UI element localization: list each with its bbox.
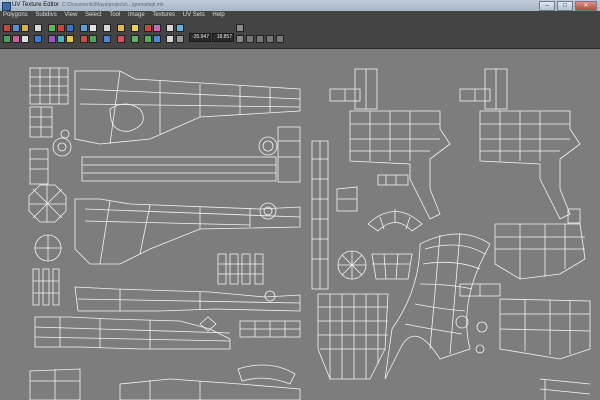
checker-icon[interactable] <box>80 35 88 43</box>
display-image-icon[interactable] <box>89 24 97 32</box>
uv-scale-icon[interactable] <box>3 35 11 43</box>
copy-uv-icon[interactable] <box>117 35 125 43</box>
relax-icon[interactable] <box>48 35 56 43</box>
minimize-button[interactable]: – <box>539 1 555 11</box>
icon-e[interactable] <box>276 35 284 43</box>
shaded-uv-icon[interactable] <box>89 35 97 43</box>
icon-c[interactable] <box>256 35 264 43</box>
v-value-field[interactable]: 18.857 <box>212 33 234 42</box>
close-button[interactable]: ✕ <box>575 1 597 11</box>
uv-rotate-icon[interactable] <box>21 24 29 32</box>
paste-uv-icon[interactable] <box>131 24 139 32</box>
window-path: C:\Documents\Maya\projects\...\grenadepl… <box>62 2 164 8</box>
maximize-button[interactable]: □ <box>557 1 573 11</box>
menu-subdivs[interactable]: Subdivs <box>32 11 59 18</box>
uv-canvas[interactable] <box>0 49 600 400</box>
menu-bar: Polygons Subdivs View Select Tool Image … <box>0 11 600 21</box>
menu-polygons[interactable]: Polygons <box>0 11 31 18</box>
uv-move-icon[interactable] <box>12 24 20 32</box>
move-sew-icon[interactable] <box>48 24 56 32</box>
uv-wireframe <box>28 67 591 400</box>
menu-view[interactable]: View <box>61 11 80 18</box>
sew-uv-icon[interactable] <box>34 35 42 43</box>
layout-icon[interactable] <box>57 24 65 32</box>
display-alpha-icon[interactable] <box>176 35 184 43</box>
isolate-icon[interactable] <box>153 24 161 32</box>
frame-icon[interactable] <box>153 35 161 43</box>
menu-select[interactable]: Select <box>82 11 105 18</box>
flip-v-icon[interactable] <box>21 35 29 43</box>
icon-d[interactable] <box>266 35 274 43</box>
flip-u-icon[interactable] <box>12 35 20 43</box>
zoom-icon[interactable] <box>166 24 174 32</box>
icon-b[interactable] <box>246 35 254 43</box>
grid-icon[interactable] <box>131 35 139 43</box>
menu-uv-sets[interactable]: UV Sets <box>180 11 208 18</box>
grid-toggle-icon[interactable] <box>57 35 65 43</box>
u-value-field[interactable]: -35.947 <box>189 33 211 42</box>
toolbar: -35.947 18.857 <box>0 21 600 49</box>
pan-icon[interactable] <box>166 35 174 43</box>
distortion-icon[interactable] <box>103 24 111 32</box>
texel-icon[interactable] <box>117 24 125 32</box>
menu-tool[interactable]: Tool <box>106 11 123 18</box>
uv-grab-icon[interactable] <box>3 24 11 32</box>
snapshot-icon[interactable] <box>144 24 152 32</box>
menu-help[interactable]: Help <box>209 11 227 18</box>
snap-icon[interactable] <box>66 35 74 43</box>
cut-uv-icon[interactable] <box>34 24 42 32</box>
window-title: UV Texture Editor <box>12 2 59 8</box>
uv-border-icon[interactable] <box>103 35 111 43</box>
unfold-icon[interactable] <box>66 24 74 32</box>
refresh-icon[interactable] <box>236 24 244 32</box>
display-rgb-icon[interactable] <box>176 24 184 32</box>
dim-image-icon[interactable] <box>80 24 88 32</box>
menu-textures[interactable]: Textures <box>149 11 178 18</box>
icon-a[interactable] <box>236 35 244 43</box>
app-icon <box>2 2 11 11</box>
image-range-icon[interactable] <box>144 35 152 43</box>
menu-image[interactable]: Image <box>125 11 148 18</box>
